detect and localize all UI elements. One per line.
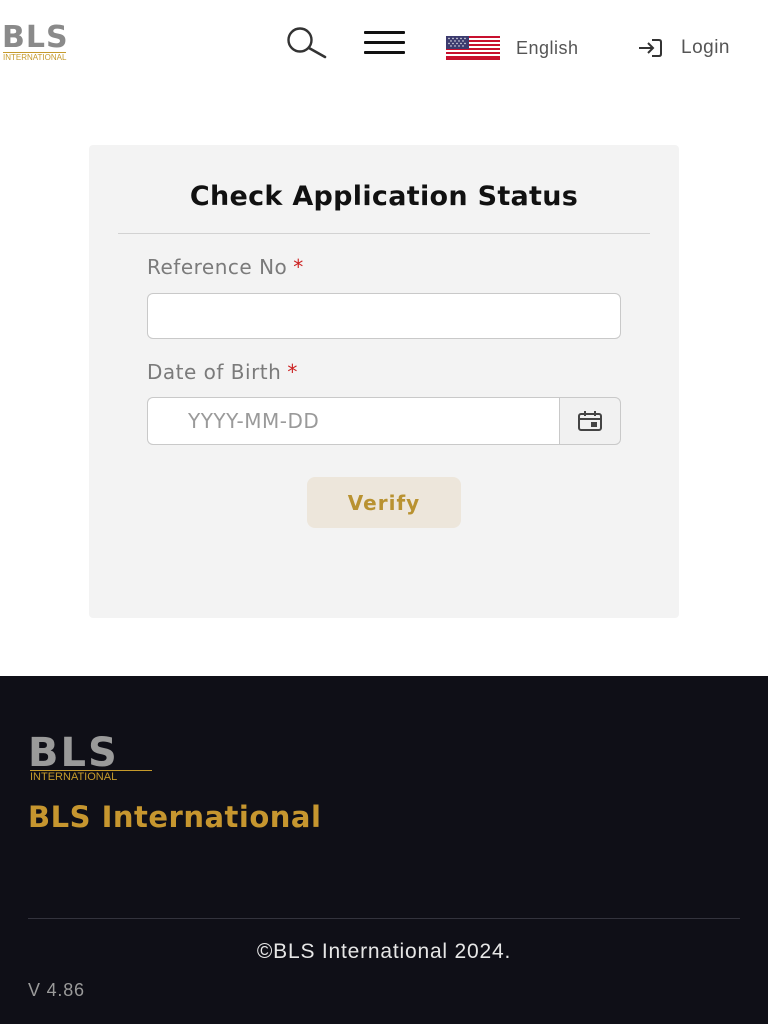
site-footer: BLS INTERNATIONAL BLS International ©BLS… <box>0 676 768 1024</box>
reference-no-label: Reference No * <box>147 255 304 279</box>
calendar-icon <box>578 411 602 431</box>
required-mark: * <box>287 360 298 384</box>
menu-button[interactable] <box>364 30 406 56</box>
login-icon <box>639 39 662 57</box>
language-label: English <box>516 37 579 58</box>
logo-subtext: INTERNATIONAL <box>3 52 67 62</box>
footer-logo-subtext: INTERNATIONAL <box>30 770 152 783</box>
check-status-card: Check Application Status Reference No * D… <box>89 145 679 618</box>
date-of-birth-input[interactable] <box>147 397 559 445</box>
us-flag-icon <box>446 36 500 60</box>
bls-logo[interactable]: BLS INTERNATIONAL <box>2 22 96 62</box>
required-mark: * <box>293 255 304 279</box>
verify-button[interactable]: Verify <box>307 477 461 528</box>
version-text: V 4.86 <box>28 980 85 1000</box>
title-divider <box>118 233 650 234</box>
hamburger-menu-icon <box>364 31 405 34</box>
page-title: Check Application Status <box>189 181 579 212</box>
footer-logo[interactable]: BLS INTERNATIONAL <box>28 730 154 783</box>
search-button[interactable] <box>283 26 329 60</box>
date-of-birth-label-text: Date of Birth <box>147 360 282 384</box>
footer-logo-letters: BLS <box>28 730 119 776</box>
language-selector[interactable]: English <box>446 34 579 62</box>
hamburger-bar <box>364 51 405 54</box>
calendar-button[interactable] <box>559 397 621 445</box>
copyright-text: ©BLS International 2024. <box>256 940 512 963</box>
footer-brand: BLS International <box>28 800 322 834</box>
footer-divider <box>28 918 740 919</box>
login-label: Login <box>681 37 730 58</box>
date-of-birth-label: Date of Birth * <box>147 360 298 384</box>
logo-letters: BLS <box>2 20 69 55</box>
login-link[interactable]: Login <box>636 34 730 62</box>
reference-no-input[interactable] <box>147 293 621 339</box>
search-icon <box>287 27 327 59</box>
hamburger-bar <box>364 41 405 44</box>
reference-no-label-text: Reference No <box>147 255 288 279</box>
site-header: BLS INTERNATIONAL English Login <box>0 0 768 90</box>
